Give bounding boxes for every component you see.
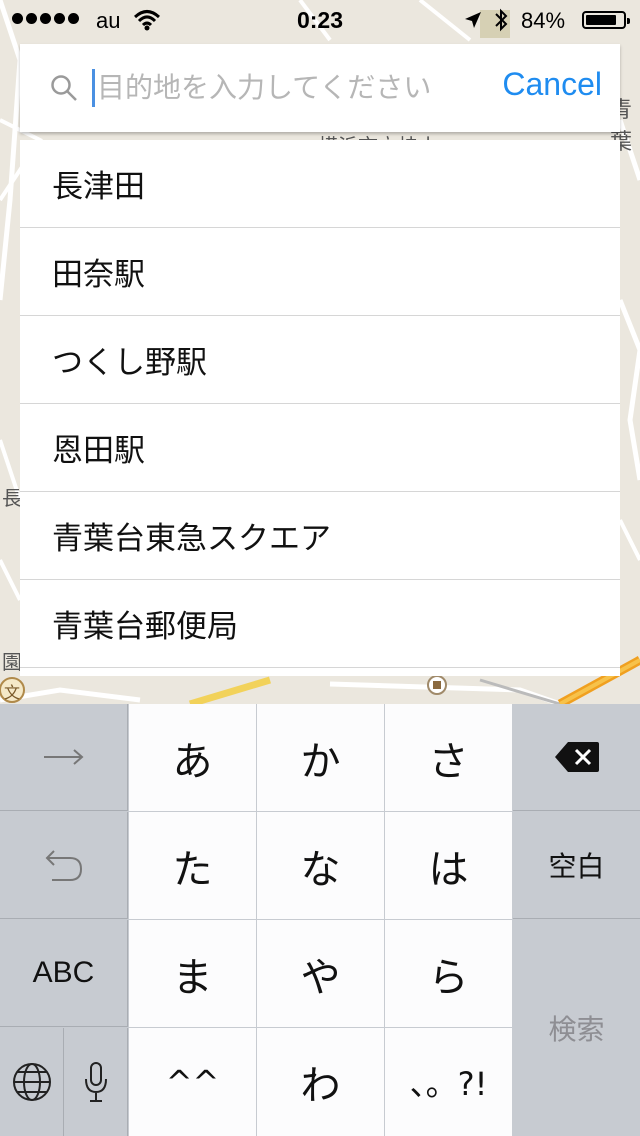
suggestion-item[interactable]: 田奈駅 bbox=[20, 228, 620, 316]
abc-key-label: ABC bbox=[32, 956, 95, 989]
undo-key[interactable] bbox=[0, 812, 128, 919]
delete-icon bbox=[554, 742, 599, 772]
right-arrow-icon bbox=[43, 749, 84, 765]
key-ya[interactable]: や bbox=[257, 920, 384, 1027]
search-key[interactable]: 検索 bbox=[513, 920, 640, 1136]
japanese-kana-keyboard: ABC あ か さ た な は ま や ら ^^ わ 、。?! 空白 検索 bbox=[0, 704, 640, 1136]
status-bar: au 0:23 84% bbox=[0, 0, 640, 40]
search-icon bbox=[51, 75, 77, 101]
key-a[interactable]: あ bbox=[129, 704, 256, 811]
suggestion-item[interactable]: 青葉台東急スクエア bbox=[20, 492, 620, 580]
destination-input[interactable] bbox=[97, 66, 457, 108]
suggestion-item[interactable]: 恩田駅 bbox=[20, 404, 620, 492]
key-wa[interactable]: わ bbox=[257, 1028, 384, 1136]
key-ma[interactable]: ま bbox=[129, 920, 256, 1027]
map-label: 長 bbox=[2, 486, 22, 510]
cancel-button[interactable]: Cancel bbox=[502, 66, 602, 103]
undo-icon bbox=[45, 850, 82, 881]
microphone-icon bbox=[85, 1062, 107, 1102]
key-ta[interactable]: た bbox=[129, 812, 256, 919]
space-key[interactable]: 空白 bbox=[513, 812, 640, 919]
backspace-key[interactable] bbox=[513, 704, 640, 811]
suggestion-item[interactable]: 青葉台郵便局 bbox=[20, 580, 620, 668]
microphone-key[interactable] bbox=[65, 1028, 128, 1136]
battery-icon bbox=[582, 11, 630, 29]
battery-percent: 84% bbox=[521, 8, 566, 33]
suggestion-item[interactable]: つくし野駅 bbox=[20, 316, 620, 404]
search-bar: Cancel bbox=[20, 44, 620, 132]
school-icon: 文 bbox=[4, 683, 21, 702]
cursor-forward-key[interactable] bbox=[0, 704, 128, 811]
globe-icon bbox=[12, 1063, 51, 1101]
key-ka[interactable]: か bbox=[257, 704, 384, 811]
key-ha[interactable]: は bbox=[385, 812, 512, 919]
key-emoticon[interactable]: ^^ bbox=[129, 1028, 256, 1136]
key-sa[interactable]: さ bbox=[385, 704, 512, 811]
key-na[interactable]: な bbox=[257, 812, 384, 919]
key-ra[interactable]: ら bbox=[385, 920, 512, 1027]
location-arrow-icon bbox=[465, 12, 481, 28]
globe-key[interactable] bbox=[0, 1028, 64, 1136]
key-punctuation[interactable]: 、。?! bbox=[385, 1028, 512, 1136]
suggestion-list: 長津田 田奈駅 つくし野駅 恩田駅 青葉台東急スクエア 青葉台郵便局 bbox=[20, 140, 620, 676]
abc-key[interactable]: ABC bbox=[0, 920, 128, 1027]
suggestion-item[interactable]: 長津田 bbox=[20, 140, 620, 228]
text-cursor bbox=[92, 69, 95, 107]
map-label: 園 bbox=[2, 650, 22, 674]
bluetooth-icon bbox=[495, 8, 508, 32]
